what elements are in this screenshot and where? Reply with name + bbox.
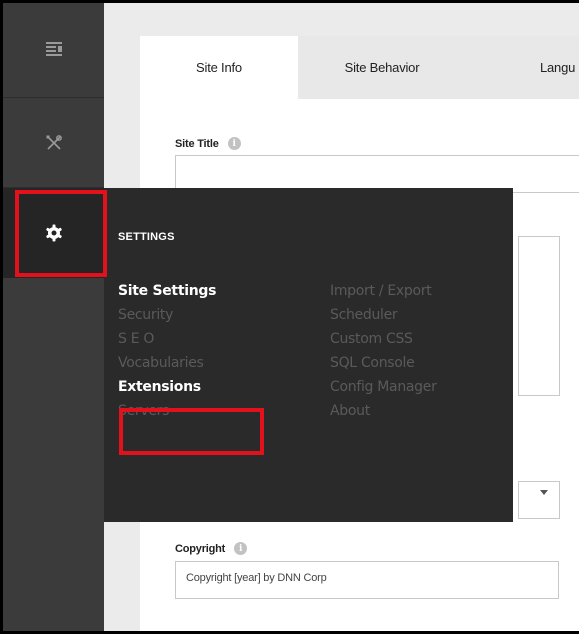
menu-item-site-settings[interactable]: Site Settings — [118, 279, 216, 303]
chevron-down-icon — [540, 490, 548, 495]
sidebar — [3, 3, 104, 631]
settings-menu-right-column: Import / Export Scheduler Custom CSS SQL… — [330, 279, 437, 423]
tab-bar: Site Info Site Behavior Langu — [140, 36, 579, 99]
highlight-settings-gear — [15, 190, 107, 277]
info-icon[interactable]: i — [227, 137, 241, 150]
content-list-icon — [45, 42, 62, 56]
menu-item-custom-css[interactable]: Custom CSS — [330, 327, 437, 351]
menu-item-scheduler[interactable]: Scheduler — [330, 303, 437, 327]
site-title-label: Site Title i — [175, 137, 241, 150]
settings-menu-left-column: Site Settings Security S E O Vocabularie… — [118, 279, 216, 423]
settings-menu: SETTINGS Site Settings Security S E O Vo… — [104, 188, 513, 522]
menu-item-extensions[interactable]: Extensions — [118, 375, 216, 399]
tab-site-info[interactable]: Site Info — [140, 36, 298, 99]
menu-item-security[interactable]: Security — [118, 303, 216, 327]
copyright-input[interactable]: Copyright [year] by DNN Corp — [175, 561, 559, 599]
settings-menu-title: SETTINGS — [118, 231, 175, 243]
info-icon[interactable]: i — [234, 542, 248, 555]
site-title-label-text: Site Title — [175, 137, 219, 150]
menu-item-config-manager[interactable]: Config Manager — [330, 375, 437, 399]
app-frame: Site Info Site Behavior Langu Site Title… — [3, 3, 579, 631]
tab-languages[interactable]: Langu — [466, 36, 579, 99]
sidebar-item-tools[interactable] — [3, 98, 104, 188]
dropdown-select[interactable] — [518, 481, 560, 519]
menu-item-vocabularies[interactable]: Vocabularies — [118, 351, 216, 375]
description-textarea[interactable] — [518, 236, 560, 396]
menu-item-seo[interactable]: S E O — [118, 327, 216, 351]
menu-item-sql-console[interactable]: SQL Console — [330, 351, 437, 375]
copyright-label-text: Copyright — [175, 542, 226, 555]
menu-item-about[interactable]: About — [330, 399, 437, 423]
copyright-label: Copyright i — [175, 542, 248, 555]
tools-icon — [46, 134, 62, 150]
sidebar-item-content[interactable] — [3, 3, 104, 98]
tab-site-behavior[interactable]: Site Behavior — [298, 36, 466, 99]
menu-item-import-export[interactable]: Import / Export — [330, 279, 437, 303]
highlight-extensions — [119, 408, 264, 455]
